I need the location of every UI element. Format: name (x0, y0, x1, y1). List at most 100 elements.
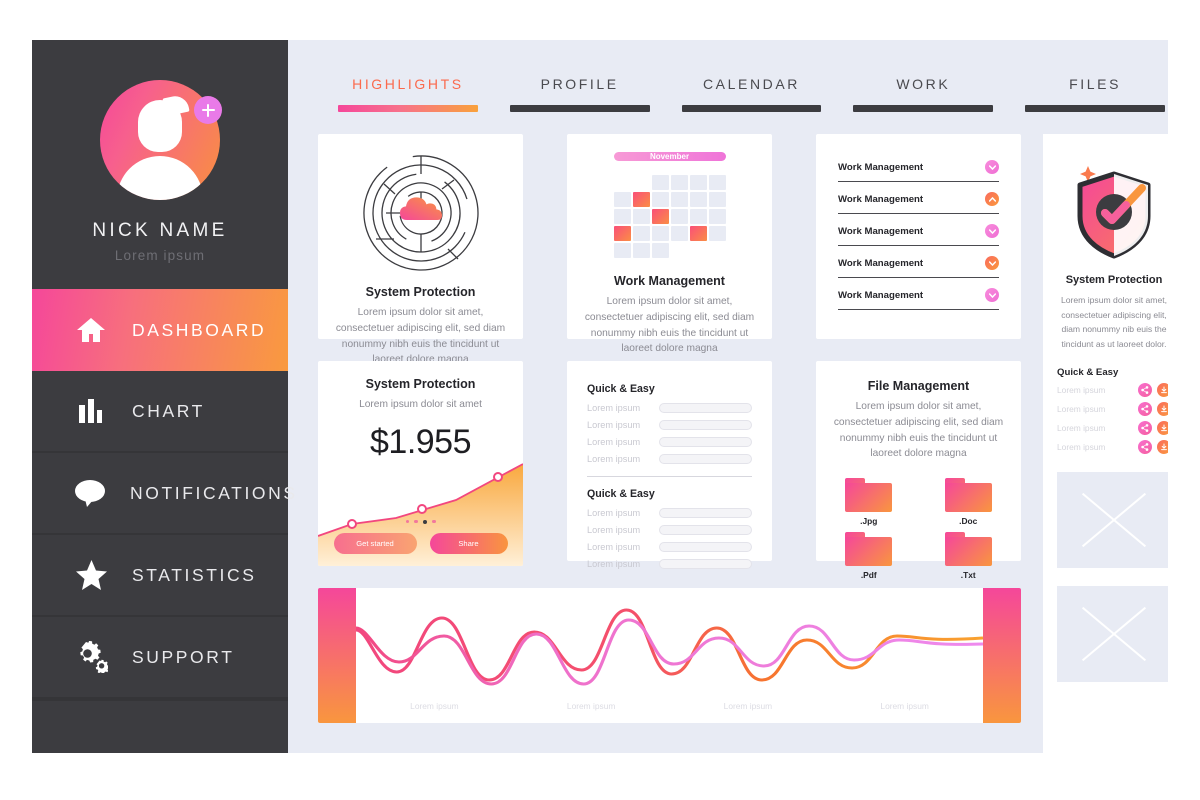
chevron-down-icon[interactable] (985, 160, 999, 174)
download-icon[interactable] (1157, 383, 1168, 398)
list-item-label: Lorem ipsum (1057, 404, 1106, 415)
tab-files[interactable]: FILES (1009, 76, 1168, 112)
progress-label: Lorem ipsum (587, 403, 641, 413)
avatar[interactable] (100, 80, 222, 200)
list-item-label: Lorem ipsum (1057, 423, 1106, 434)
progress-track[interactable] (659, 420, 752, 430)
panel-section-title: Quick & Easy (1057, 367, 1119, 379)
table-row[interactable]: Work Management (838, 224, 999, 246)
progress-row: Lorem ipsum (587, 437, 752, 447)
progress-track[interactable] (659, 403, 752, 413)
progress-row: Lorem ipsum (587, 559, 752, 570)
card-file-management[interactable]: File Management Lorem ipsum dolor sit am… (816, 361, 1021, 580)
top-tabs: HIGHLIGHTS PROFILE CALENDAR WORK FILES (288, 40, 1168, 112)
section-title: Quick & Easy (587, 488, 655, 501)
table-row[interactable]: Work Management (838, 192, 999, 214)
progress-track[interactable] (659, 525, 752, 536)
sidebar-item-label: DASHBOARD (132, 319, 267, 340)
list-item[interactable]: Lorem ipsum (1057, 440, 1168, 455)
sidebar-item-statistics[interactable]: STATISTICS (32, 535, 288, 617)
progress-label: Lorem ipsum (587, 437, 641, 447)
card-actions: Get started Share (318, 533, 523, 554)
download-icon[interactable] (1157, 440, 1168, 455)
table-row[interactable]: Work Management (838, 288, 999, 310)
download-icon[interactable] (1157, 402, 1168, 417)
files-panel: System Protection Lorem ipsum dolor sit … (1043, 134, 1168, 753)
image-placeholder[interactable] (1057, 472, 1168, 569)
calendar-grid[interactable] (613, 175, 726, 258)
divider (587, 476, 752, 478)
sidebar-item-support[interactable]: SUPPORT (32, 617, 288, 699)
list-item[interactable]: Lorem ipsum (1057, 402, 1168, 417)
card-work-list[interactable]: Work Management Work Management Work Man… (816, 134, 1021, 339)
folder-item[interactable]: .Txt (944, 532, 992, 580)
tab-underline (509, 105, 650, 112)
sidebar-spacer (32, 699, 288, 753)
share-icon[interactable] (1138, 421, 1152, 436)
progress-label: Lorem ipsum (587, 454, 641, 464)
progress-row: Lorem ipsum (587, 403, 752, 413)
axis-tick-label: Lorem ipsum (566, 701, 616, 711)
card-title: System Protection (365, 285, 476, 299)
chevron-down-icon[interactable] (985, 224, 999, 238)
list-item[interactable]: Lorem ipsum (1057, 421, 1168, 436)
wave-axis-labels: Lorem ipsum Lorem ipsum Lorem ipsum Lore… (356, 701, 983, 711)
month-badge[interactable]: November (613, 152, 726, 161)
main-content: HIGHLIGHTS PROFILE CALENDAR WORK FILES S… (288, 40, 1168, 753)
maze-cloud-icon (362, 154, 480, 277)
list-item-actions (1138, 421, 1168, 436)
card-body: Lorem ipsum dolor sit amet, consectetuer… (833, 401, 1004, 460)
get-started-button[interactable]: Get started (333, 533, 417, 554)
share-icon[interactable] (1138, 402, 1152, 417)
table-row[interactable]: Work Management (838, 160, 999, 182)
sidebar-item-label: SUPPORT (132, 646, 235, 667)
tab-calendar[interactable]: CALENDAR (666, 76, 838, 112)
gears-icon (74, 640, 108, 674)
folder-item[interactable]: .Jpg (845, 478, 893, 526)
card-stats[interactable]: System Protection Lorem ipsum dolor sit … (318, 361, 523, 566)
panel-title: System Protection (1065, 274, 1163, 286)
wave-plot: Lorem ipsum Lorem ipsum Lorem ipsum Lore… (355, 588, 984, 723)
sidebar-item-chart[interactable]: CHART (32, 371, 288, 453)
chevron-down-icon[interactable] (985, 288, 999, 302)
share-icon[interactable] (1138, 440, 1152, 455)
share-button[interactable]: Share (429, 533, 508, 554)
list-item-actions (1138, 402, 1168, 417)
tab-work[interactable]: WORK (837, 76, 1009, 112)
folder-icon (845, 532, 893, 567)
folder-item[interactable]: .Doc (944, 478, 992, 527)
progress-row: Lorem ipsum (587, 420, 752, 430)
progress-track[interactable] (659, 559, 752, 570)
table-row[interactable]: Work Management (838, 256, 999, 278)
list-item-actions (1138, 440, 1168, 455)
folder-label: .Doc (959, 516, 978, 527)
add-photo-icon[interactable] (194, 96, 222, 124)
tab-highlights[interactable]: HIGHLIGHTS (322, 76, 494, 112)
sidebar-item-dashboard[interactable]: DASHBOARD (32, 289, 288, 371)
chat-bubble-icon (74, 476, 106, 510)
sidebar-item-label: CHART (132, 400, 205, 421)
tab-label: CALENDAR (702, 76, 801, 92)
download-icon[interactable] (1157, 421, 1168, 436)
card-work-management-calendar[interactable]: November Work Management Lorem ipsum dol… (567, 134, 772, 354)
progress-track[interactable] (659, 508, 752, 519)
card-system-protection-maze[interactable]: System Protection Lorem ipsum dolor sit … (318, 134, 523, 365)
folder-item[interactable]: .Pdf (845, 532, 893, 580)
chevron-up-icon[interactable] (985, 192, 999, 206)
tab-label: WORK (896, 76, 951, 92)
image-placeholder[interactable] (1057, 586, 1168, 683)
carousel-dots[interactable] (318, 519, 523, 524)
progress-track[interactable] (659, 437, 752, 447)
card-wave-chart[interactable]: Lorem ipsum Lorem ipsum Lorem ipsum Lore… (318, 588, 1021, 723)
progress-track[interactable] (659, 454, 752, 464)
tab-label: PROFILE (540, 76, 619, 92)
share-icon[interactable] (1138, 383, 1152, 398)
progress-track[interactable] (659, 542, 752, 553)
chevron-down-icon[interactable] (985, 256, 999, 270)
card-title: File Management (867, 379, 970, 393)
list-item[interactable]: Lorem ipsum (1057, 383, 1168, 398)
sidebar-item-notifications[interactable]: NOTIFICATIONS (32, 453, 295, 535)
card-quick-easy[interactable]: Quick & Easy Lorem ipsum Lorem ipsum Lor… (567, 361, 772, 570)
tab-profile[interactable]: PROFILE (494, 76, 666, 112)
folder-grid: .Jpg .Doc .Pdf .Txt (830, 478, 1007, 580)
